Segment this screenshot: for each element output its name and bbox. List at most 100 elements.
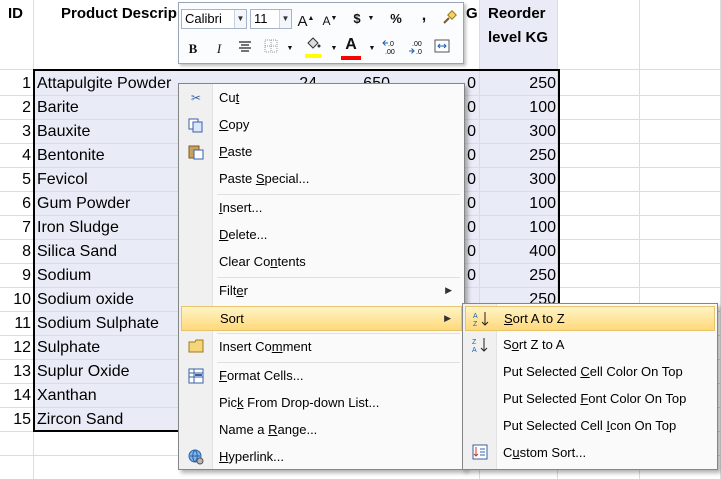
menu-item-label: con On Top <box>609 418 677 433</box>
cell-id[interactable]: 7 <box>0 219 31 237</box>
cell-id[interactable]: 6 <box>0 195 31 213</box>
italic-button[interactable]: I <box>209 39 229 59</box>
menu-item-cell-color-on-top[interactable]: Put Selected Cell Color On Top <box>465 360 715 385</box>
menu-item-accel: F <box>219 368 227 383</box>
menu-item-filter[interactable]: Filter ▶ <box>181 279 462 304</box>
comment-icon <box>187 339 205 356</box>
chevron-down-icon[interactable]: ▼ <box>362 39 382 59</box>
format-painter-button[interactable] <box>439 9 459 29</box>
header-id: ID <box>8 5 23 22</box>
svg-text:A: A <box>472 347 477 354</box>
borders-button[interactable] <box>261 39 281 59</box>
sort-submenu: AZ Sort A to Z ZA Sort Z to A Put Select… <box>462 303 718 470</box>
comma-icon: , <box>421 7 427 24</box>
chevron-down-icon[interactable]: ▼ <box>280 39 300 59</box>
menu-separator <box>217 194 460 195</box>
submenu-arrow-icon: ▶ <box>444 313 451 323</box>
cell-id[interactable]: 5 <box>0 171 31 189</box>
custom-sort-icon <box>471 444 489 462</box>
menu-item-accel: n <box>270 254 278 269</box>
menu-item-sort-z-to-a[interactable]: ZA Sort Z to A <box>465 333 715 358</box>
shrink-font-icon: A <box>322 14 331 28</box>
menu-item-pick-from-list[interactable]: Pick From Drop-down List... <box>181 391 462 416</box>
cell-id[interactable]: 8 <box>0 243 31 261</box>
menu-item-label: nsert... <box>222 200 263 215</box>
menu-item-label: From Drop-down List... <box>243 395 380 410</box>
format-cells-icon <box>187 368 205 385</box>
chevron-down-icon[interactable]: ▼ <box>279 10 291 28</box>
cell-id[interactable]: 4 <box>0 147 31 165</box>
menu-item-label: Filt <box>219 283 237 298</box>
menu-item-accel: C <box>219 117 229 132</box>
menu-item-label: rt Z to A <box>518 337 565 352</box>
menu-item-label: ell Color On Top <box>589 364 683 379</box>
menu-item-clear-contents[interactable]: Clear Contents <box>181 250 462 275</box>
italic-icon: I <box>216 41 222 56</box>
menu-item-hyperlink[interactable]: Hyperlink... <box>181 445 462 470</box>
menu-item-insert[interactable]: Insert... <box>181 196 462 221</box>
menu-item-cell-icon-on-top[interactable]: Put Selected Cell Icon On Top <box>465 414 715 439</box>
cell-id[interactable]: 11 <box>0 315 31 333</box>
menu-item-paste-special[interactable]: Paste Special... <box>181 167 462 192</box>
sort-descending-icon: ZA <box>471 336 489 354</box>
menu-separator <box>217 362 460 363</box>
cell-id[interactable]: 13 <box>0 363 31 381</box>
comma-button[interactable]: , <box>414 6 434 26</box>
chevron-down-icon[interactable]: ▼ <box>361 9 381 29</box>
chevron-down-icon[interactable]: ▼ <box>234 10 246 28</box>
paint-bucket-icon <box>307 37 321 49</box>
fill-color-button[interactable] <box>303 37 323 58</box>
cell-id[interactable]: 3 <box>0 123 31 141</box>
menu-item-custom-sort[interactable]: Custom Sort... <box>465 441 715 466</box>
percent-button[interactable]: % <box>386 9 406 29</box>
menu-item-sort[interactable]: Sort ▶ <box>181 306 462 331</box>
menu-item-insert-comment[interactable]: Insert Comment <box>181 335 462 360</box>
fill-color-swatch <box>305 54 321 58</box>
menu-item-delete[interactable]: Delete... <box>181 223 462 248</box>
menu-item-accel: C <box>580 364 590 379</box>
menu-item-name-range[interactable]: Name a Range... <box>181 418 462 443</box>
font-color-swatch <box>341 56 361 60</box>
menu-item-cut[interactable]: ✂ Cut <box>181 86 462 111</box>
menu-item-label: ange... <box>277 422 318 437</box>
menu-item-label: Put Selected <box>503 391 581 406</box>
menu-item-label: Name a <box>219 422 269 437</box>
menu-item-font-color-on-top[interactable]: Put Selected Font Color On Top <box>465 387 715 412</box>
bold-icon: B <box>188 41 198 56</box>
merge-center-button[interactable] <box>432 39 452 59</box>
decrease-decimal-button[interactable]: .00.0 <box>408 39 428 59</box>
cell-id[interactable]: 10 <box>0 291 31 309</box>
menu-item-paste[interactable]: Paste <box>181 140 462 165</box>
menu-item-copy[interactable]: Copy <box>181 113 462 138</box>
grow-font-button[interactable]: A▲ <box>296 9 316 30</box>
header-reorder: Reorder <box>488 5 546 22</box>
menu-item-accel: u <box>512 445 520 460</box>
font-name-combo[interactable]: Calibri ▼ <box>181 9 247 29</box>
cell-id[interactable]: 9 <box>0 267 31 285</box>
cell-id[interactable]: 2 <box>0 99 31 117</box>
center-align-button[interactable] <box>235 39 255 59</box>
menu-item-label: yperlink... <box>228 449 285 464</box>
increase-decimal-button[interactable]: .0.00 <box>382 39 402 59</box>
header-hidden-suffix: G <box>466 5 478 22</box>
cell-id[interactable]: 12 <box>0 339 31 357</box>
cell-id[interactable]: 14 <box>0 387 31 405</box>
svg-text:Z: Z <box>472 339 477 346</box>
menu-item-label: elete... <box>228 227 268 242</box>
font-color-button[interactable]: A <box>341 35 361 60</box>
bold-button[interactable]: B <box>183 39 203 59</box>
font-size-combo[interactable]: 11 ▼ <box>250 9 292 29</box>
font-size-value: 11 <box>254 11 268 26</box>
menu-separator <box>217 333 460 334</box>
svg-text:A: A <box>473 313 478 320</box>
cell-id[interactable]: 1 <box>0 75 31 93</box>
menu-item-label: ment <box>282 339 312 354</box>
menu-item-format-cells[interactable]: Format Cells... <box>181 364 462 389</box>
menu-item-label: Pic <box>219 395 238 410</box>
svg-text:.00: .00 <box>412 41 422 48</box>
currency-icon: $ <box>353 11 361 26</box>
shrink-font-button[interactable]: A▼ <box>320 9 340 29</box>
menu-item-sort-a-to-z[interactable]: AZ Sort A to Z <box>465 306 715 331</box>
cell-id[interactable]: 15 <box>0 411 31 429</box>
menu-item-label: ort A to Z <box>512 311 565 326</box>
